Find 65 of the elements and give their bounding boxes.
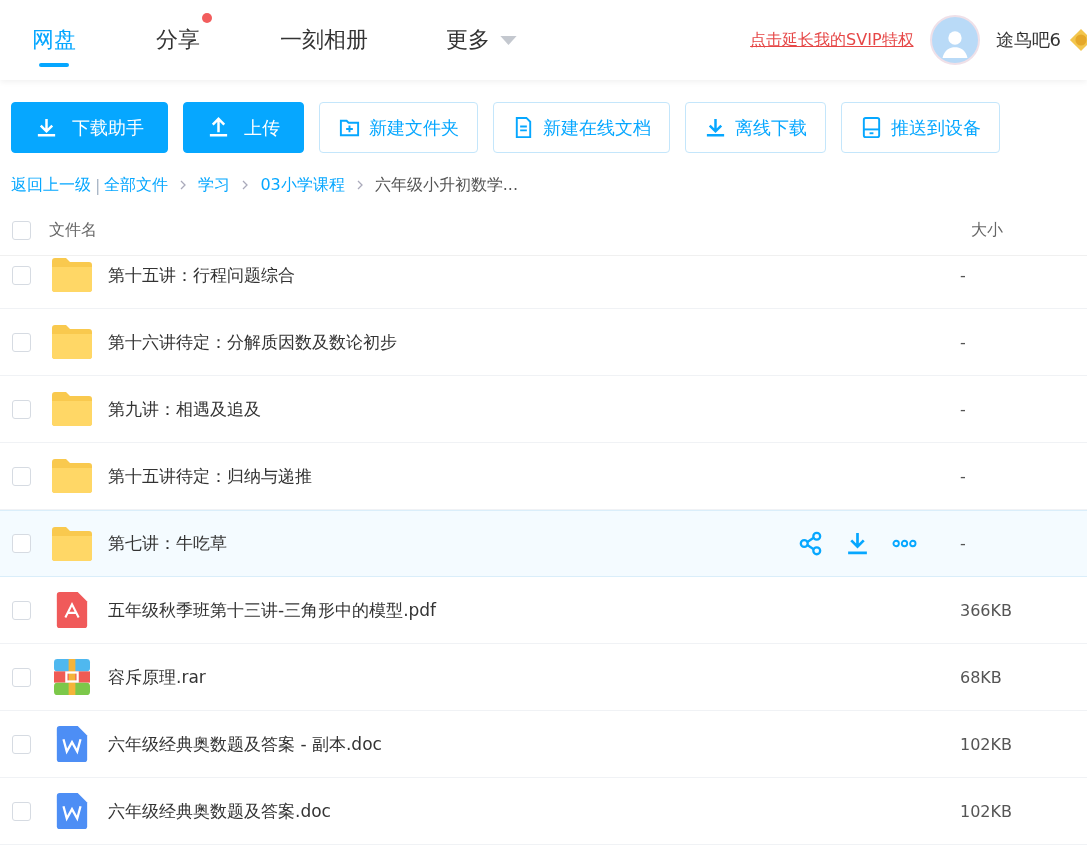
file-row[interactable]: 容斥原理.rar 68KB [0, 644, 1087, 711]
more-icon[interactable] [892, 539, 917, 548]
folder-icon [52, 525, 92, 562]
file-row[interactable]: 第七讲：牛吃草 - [0, 510, 1087, 577]
share-icon[interactable] [798, 531, 823, 556]
row-checkbox[interactable] [12, 667, 31, 687]
row-checkbox[interactable] [12, 734, 31, 754]
file-size: 68KB [960, 667, 1003, 687]
file-size: 102KB [960, 801, 1013, 821]
file-name[interactable]: 六年级经典奥数题及答案 - 副本.doc [108, 732, 960, 756]
file-name[interactable]: 第七讲：牛吃草 [108, 532, 798, 555]
file-size: 366KB [960, 600, 1013, 620]
file-size: 102KB [960, 734, 1013, 754]
file-name[interactable]: 第十六讲待定：分解质因数及数论初步 [108, 330, 960, 354]
nav-tab[interactable]: 一刻相册 [280, 0, 382, 80]
file-size: - [960, 265, 967, 285]
username[interactable]: 途鸟吧6 [995, 28, 1061, 52]
file-row[interactable]: 第九讲：相遇及追及 - [0, 376, 1087, 443]
archive-file-icon [52, 659, 92, 695]
row-checkbox[interactable] [12, 534, 31, 553]
chevron-icon [356, 180, 363, 190]
file-name[interactable]: 五年级秋季班第十三讲-三角形中的模型.pdf [108, 598, 960, 622]
file-size: - [960, 466, 967, 486]
device-icon [860, 116, 883, 139]
file-row[interactable]: 六年级经典奥数题及答案.doc 102KB [0, 778, 1087, 845]
notification-dot [202, 13, 212, 23]
file-row[interactable]: 第十六讲待定：分解质因数及数论初步 - [0, 309, 1087, 376]
file-name[interactable]: 第九讲：相遇及追及 [108, 397, 960, 421]
column-header[interactable]: 大小 [971, 219, 1087, 241]
folder-icon [52, 458, 92, 494]
file-size: - [960, 399, 967, 419]
row-checkbox[interactable] [12, 466, 31, 486]
file-row[interactable]: 六年级经典奥数题及答案 - 副本.doc 102KB [0, 711, 1087, 778]
file-size: - [960, 332, 967, 352]
file-name[interactable]: 容斥原理.rar [108, 665, 960, 689]
file-size: - [960, 534, 967, 553]
file-name[interactable]: 六年级经典奥数题及答案.doc [108, 799, 960, 823]
row-checkbox[interactable] [12, 801, 31, 821]
chevron-icon [242, 180, 249, 190]
file-name[interactable]: 第十五讲：行程问题综合 [108, 263, 960, 287]
separator: | [95, 175, 101, 195]
row-checkbox[interactable] [12, 399, 31, 419]
download-icon[interactable] [845, 531, 870, 556]
row-checkbox[interactable] [12, 332, 31, 352]
avatar[interactable] [929, 15, 980, 65]
nav-tab[interactable]: 分享 [156, 0, 214, 80]
caret-icon [500, 35, 517, 45]
row-checkbox[interactable] [12, 265, 31, 285]
file-name[interactable]: 第十五讲待定：归纳与递推 [108, 464, 960, 488]
file-row[interactable]: 五年级秋季班第十三讲-三角形中的模型.pdf 366KB [0, 577, 1087, 644]
column-header[interactable]: 文件名 [49, 219, 971, 241]
svip-promo-link[interactable]: 点击延长我的SVIP特权 [750, 29, 914, 51]
download-icon [704, 116, 727, 139]
nav-tab[interactable]: 更多 [446, 0, 531, 80]
chevron-icon [180, 180, 187, 190]
coin-badge-icon [1069, 28, 1087, 52]
download-icon [35, 116, 58, 139]
file-row[interactable]: 第十五讲：行程问题综合 - [0, 256, 1087, 309]
upload-icon [207, 116, 230, 139]
folder-icon [52, 324, 92, 360]
current-folder: 六年级小升初数学... [374, 174, 518, 196]
folder-icon [52, 257, 92, 293]
folder-icon [52, 391, 92, 427]
select-all-checkbox[interactable] [12, 220, 31, 240]
row-checkbox[interactable] [12, 600, 31, 620]
